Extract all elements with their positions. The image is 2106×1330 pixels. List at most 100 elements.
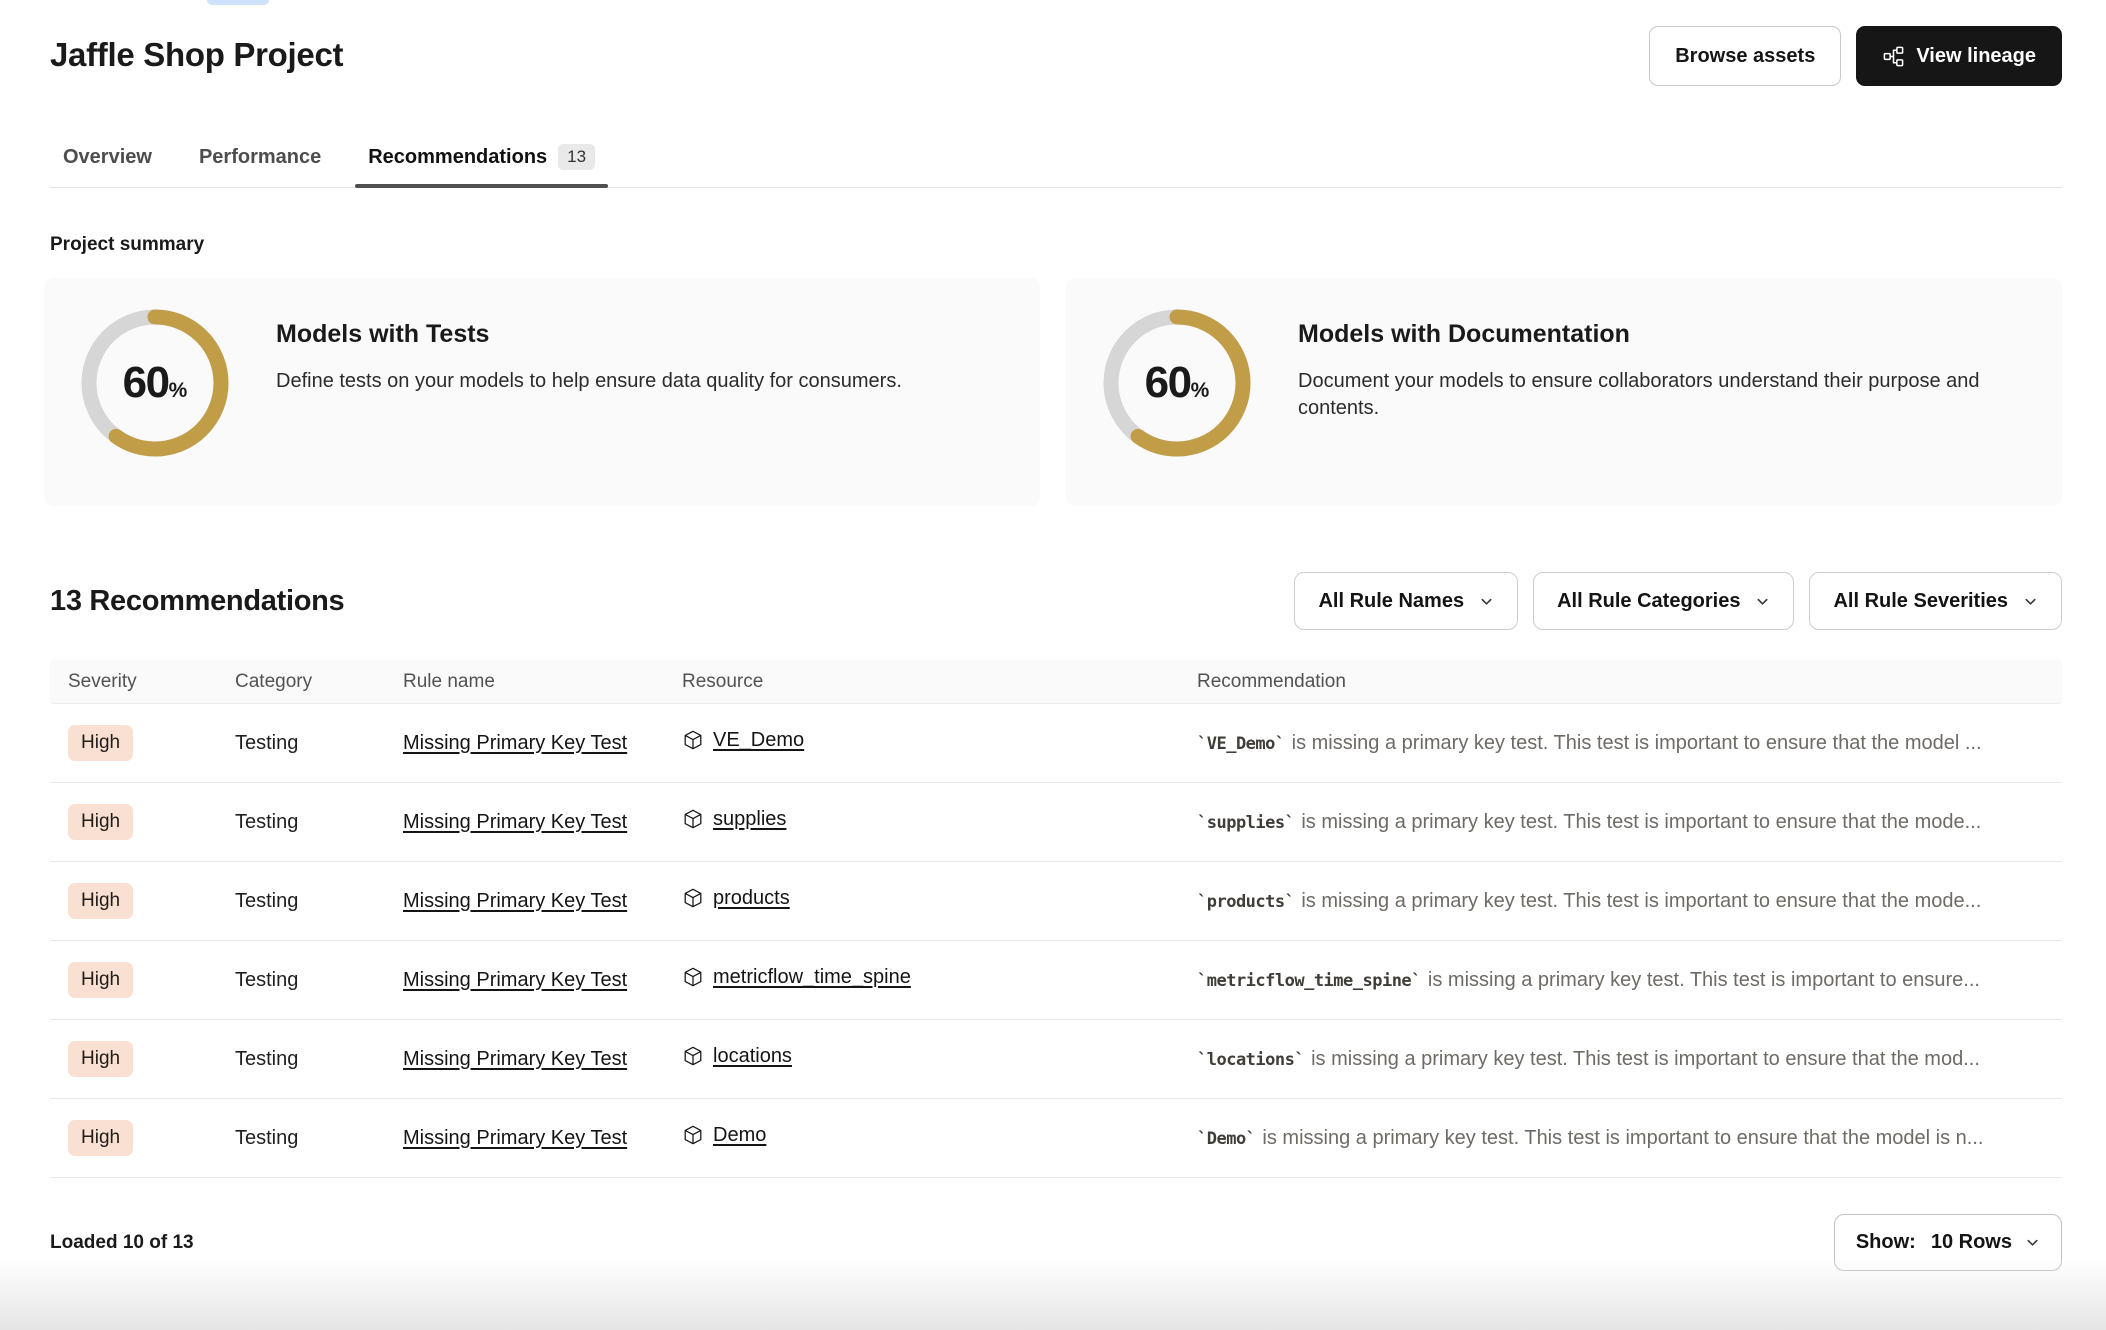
rule-name-link[interactable]: Missing Primary Key Test [403, 1048, 627, 1070]
recommendation-cell: `locations`is missing a primary key test… [1197, 1048, 2062, 1071]
col-severity: Severity [50, 671, 235, 693]
tests-card-description: Define tests on your models to help ensu… [276, 368, 902, 395]
resource-link[interactable]: metricflow_time_spine [682, 966, 911, 989]
col-rule-name: Rule name [403, 671, 682, 693]
docs-card-texts: Models with Documentation Document your … [1298, 308, 2026, 422]
category-cell: Testing [235, 811, 403, 834]
resource-code: `Demo` [1197, 1129, 1255, 1149]
tab-recommendations-label: Recommendations [368, 146, 547, 169]
rule-name-link[interactable]: Missing Primary Key Test [403, 811, 627, 833]
browse-assets-button[interactable]: Browse assets [1649, 26, 1841, 86]
header-actions: Browse assets View lineage [1649, 26, 2062, 86]
resource-code: `VE_Demo` [1197, 734, 1285, 754]
tests-donut-chart: 60 % [80, 308, 230, 458]
table-row: High Testing Missing Primary Key Test VE… [50, 704, 2062, 783]
project-summary-label: Project summary [50, 234, 2062, 256]
resource-name: supplies [713, 808, 786, 831]
tab-overview[interactable]: Overview [50, 144, 165, 187]
project-page: Jaffle Shop Project Browse assets View l… [0, 0, 2106, 1330]
page-header: Jaffle Shop Project Browse assets View l… [0, 0, 2106, 86]
recommendation-text: is missing a primary key test. This test… [1428, 969, 1980, 991]
recommendation-cell: `metricflow_time_spine` is missing a prim… [1197, 969, 2062, 992]
resource-name: products [713, 887, 790, 910]
rule-severities-filter[interactable]: All Rule Severities [1809, 572, 2062, 630]
tests-card-texts: Models with Tests Define tests on your m… [276, 308, 902, 395]
recommendation-text: is missing a primary key test. This test… [1311, 1048, 1980, 1070]
recommendation-text: is missing a primary key test. This test… [1301, 811, 1981, 833]
col-category: Category [235, 671, 403, 693]
model-cube-icon [682, 808, 704, 830]
severity-badge: High [68, 883, 133, 919]
resource-code: `supplies` [1197, 813, 1294, 833]
resource-link[interactable]: products [682, 887, 790, 910]
col-resource: Resource [682, 671, 1197, 693]
table-footer: Loaded 10 of 13 Show: 10 Rows [50, 1214, 2062, 1271]
rule-name-link[interactable]: Missing Primary Key Test [403, 732, 627, 754]
model-cube-icon [682, 1124, 704, 1146]
tab-overview-label: Overview [63, 146, 152, 169]
resource-link[interactable]: locations [682, 1045, 792, 1068]
category-cell: Testing [235, 1127, 403, 1150]
resource-name: VE_Demo [713, 729, 804, 752]
category-cell: Testing [235, 969, 403, 992]
severity-badge: High [68, 804, 133, 840]
recommendations-heading: 13 Recommendations [50, 585, 344, 618]
resource-link[interactable]: VE_Demo [682, 729, 804, 752]
recommendation-cell: `supplies` is missing a primary key test.… [1197, 811, 2062, 834]
table-row: High Testing Missing Primary Key Test pr… [50, 862, 2062, 941]
resource-code: `products` [1197, 892, 1294, 912]
show-value: 10 Rows [1931, 1231, 2012, 1254]
tab-performance[interactable]: Performance [186, 144, 334, 187]
project-tabs: Overview Performance Recommendations 13 [50, 144, 2062, 188]
chevron-down-icon [1479, 594, 1494, 609]
rule-name-link[interactable]: Missing Primary Key Test [403, 969, 627, 991]
models-with-docs-card: 60 % Models with Documentation Document … [1066, 278, 2062, 506]
rule-names-filter-label: All Rule Names [1318, 590, 1464, 613]
tests-percent: 60 [123, 358, 169, 408]
tests-donut-value: 60 % [80, 308, 230, 458]
docs-percent: 60 [1145, 358, 1191, 408]
recommendation-cell: `VE_Demo`is missing a primary key test. … [1197, 732, 2062, 755]
rule-severities-filter-label: All Rule Severities [1833, 590, 2008, 613]
show-rows-dropdown[interactable]: Show: 10 Rows [1834, 1214, 2062, 1271]
recommendation-cell: `Demo`is missing a primary key test. Thi… [1197, 1127, 2062, 1150]
category-cell: Testing [235, 732, 403, 755]
lineage-icon [1882, 45, 1905, 68]
rule-name-link[interactable]: Missing Primary Key Test [403, 1127, 627, 1149]
model-cube-icon [682, 729, 704, 751]
tab-recommendations[interactable]: Recommendations 13 [355, 144, 608, 187]
model-cube-icon [682, 1045, 704, 1067]
table-header-row: Severity Category Rule name Resource Rec… [50, 660, 2062, 704]
docs-card-description: Document your models to ensure collabora… [1298, 368, 2026, 422]
recommendation-cell: `products` is missing a primary key test.… [1197, 890, 2062, 913]
loaded-count: Loaded 10 of 13 [50, 1232, 194, 1254]
docs-percent-unit: % [1191, 379, 1210, 403]
col-recommendation: Recommendation [1197, 671, 2062, 693]
resource-link[interactable]: Demo [682, 1124, 766, 1147]
table-row: High Testing Missing Primary Key Test me… [50, 941, 2062, 1020]
model-cube-icon [682, 966, 704, 988]
view-lineage-label: View lineage [1916, 45, 2036, 68]
severity-badge: High [68, 1120, 133, 1156]
recommendations-header: 13 Recommendations All Rule Names All Ru… [50, 572, 2062, 630]
tests-percent-unit: % [169, 379, 188, 403]
rule-categories-filter[interactable]: All Rule Categories [1533, 572, 1794, 630]
recommendation-filters: All Rule Names All Rule Categories All R… [1294, 572, 2062, 630]
resource-link[interactable]: supplies [682, 808, 786, 831]
table-row: High Testing Missing Primary Key Test su… [50, 783, 2062, 862]
recommendations-count-badge: 13 [558, 144, 595, 170]
severity-badge: High [68, 962, 133, 998]
category-cell: Testing [235, 1048, 403, 1071]
recommendation-text: is missing a primary key test. This test… [1301, 890, 1981, 912]
tab-performance-label: Performance [199, 146, 321, 169]
scrolled-tab-remnant [207, 0, 269, 5]
view-lineage-button[interactable]: View lineage [1856, 26, 2062, 86]
severity-badge: High [68, 725, 133, 761]
rule-name-link[interactable]: Missing Primary Key Test [403, 890, 627, 912]
category-cell: Testing [235, 890, 403, 913]
show-label: Show: [1856, 1231, 1916, 1254]
rule-names-filter[interactable]: All Rule Names [1294, 572, 1518, 630]
resource-code: `metricflow_time_spine` [1197, 971, 1421, 991]
table-row: High Testing Missing Primary Key Test De… [50, 1099, 2062, 1178]
rule-categories-filter-label: All Rule Categories [1557, 590, 1740, 613]
